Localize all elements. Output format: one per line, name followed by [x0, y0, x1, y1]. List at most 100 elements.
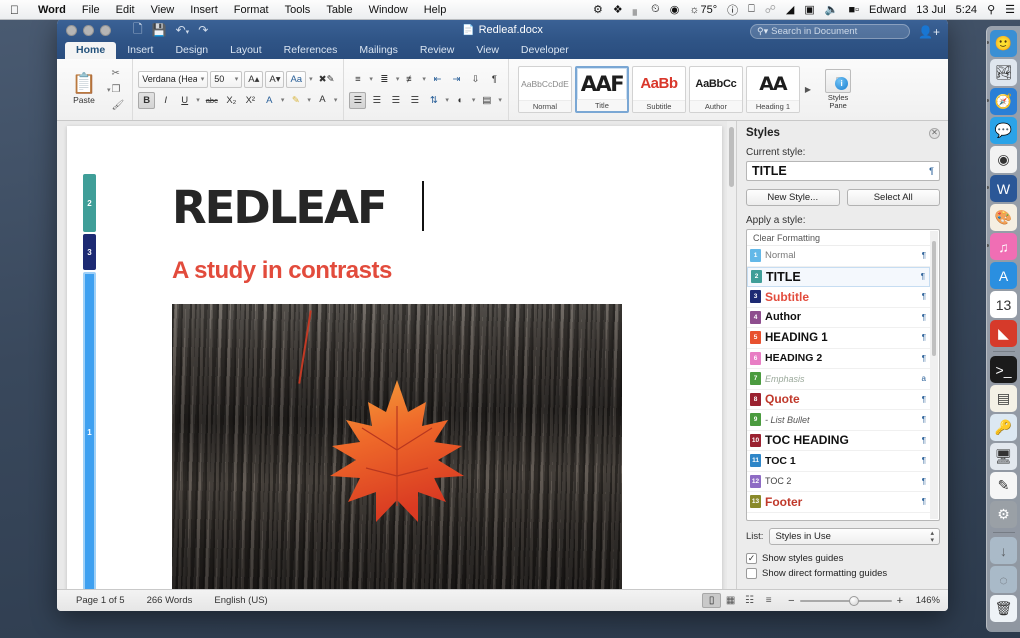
show-styles-guides-checkbox[interactable]: ✓: [746, 553, 757, 564]
bold-button[interactable]: B: [138, 91, 156, 109]
numbering-arrow[interactable]: ▾: [395, 75, 401, 83]
increase-indent-icon[interactable]: ⇥: [448, 71, 465, 88]
search-input[interactable]: ⚲▾ Search in Document: [750, 24, 911, 39]
style-list-item[interactable]: 10 TOC HEADING ¶: [747, 431, 930, 451]
copy-icon[interactable]: ❐: [112, 84, 125, 95]
decrease-indent-icon[interactable]: ⇤: [429, 71, 446, 88]
zoom-slider-knob[interactable]: [848, 595, 859, 606]
dock-item-keychain[interactable]: 🔑: [990, 414, 1017, 441]
print-layout-icon[interactable]: ▯: [702, 593, 722, 608]
dock-item-terminal[interactable]: >_: [990, 356, 1017, 383]
dock-item-trash[interactable]: 🗑: [990, 595, 1017, 622]
style-list-item[interactable]: 2 TITLE ¶: [747, 266, 930, 287]
styles-list-scrollbar-thumb[interactable]: [932, 241, 936, 356]
dock-item-documents[interactable]: ◌: [990, 566, 1017, 593]
borders-icon[interactable]: ▤: [478, 92, 495, 109]
dock-item-app-store[interactable]: A: [990, 262, 1017, 289]
zoom-slider[interactable]: [799, 595, 892, 606]
style-tile-subtitle[interactable]: AaBb Subtitle: [631, 66, 686, 113]
redo-icon[interactable]: ↷: [198, 23, 208, 37]
italic-button[interactable]: I: [157, 92, 174, 109]
style-tile-heading1[interactable]: AA Heading 1: [745, 66, 800, 113]
line-spacing-arrow[interactable]: ▾: [444, 96, 450, 104]
style-guide-title[interactable]: 2: [83, 174, 96, 232]
close-icon[interactable]: ✕: [929, 127, 940, 139]
style-guide-normal[interactable]: 1: [83, 272, 96, 589]
tab-review[interactable]: Review: [409, 42, 465, 59]
show-direct-formatting-checkbox[interactable]: [746, 568, 757, 579]
grow-font-button[interactable]: A ▴: [244, 70, 264, 88]
document-area[interactable]: 2 3 1 REDLEAF A study in contrasts: [57, 121, 727, 589]
zoom-value[interactable]: 146%: [908, 595, 940, 606]
font-name-input[interactable]: Verdana (Hea.... ▾: [138, 70, 209, 88]
menu-item-word[interactable]: Word: [30, 4, 74, 16]
word-count[interactable]: 266 Words: [136, 595, 204, 606]
zoom-out-button[interactable]: −: [788, 595, 794, 607]
styles-list[interactable]: Clear Formatting 1 Normal ¶ 2 TITLE ¶ 3 Subtitl…: [746, 229, 940, 521]
document-scrollbar[interactable]: [727, 121, 736, 589]
style-list-item[interactable]: 4 Author ¶: [747, 308, 930, 328]
document-heading-title[interactable]: REDLEAF: [172, 181, 388, 234]
font-color-arrow[interactable]: ▾: [333, 96, 339, 104]
dock-item-finder[interactable]: 🙂: [987, 30, 1017, 57]
new-document-icon[interactable]: 🗋: [133, 20, 143, 41]
zoom-button[interactable]: [100, 24, 111, 36]
dock-item-sketch[interactable]: 🎨: [990, 204, 1017, 231]
search-icon[interactable]: ⚲: [982, 3, 1000, 16]
clear-formatting-item[interactable]: Clear Formatting: [747, 230, 930, 246]
airplay-icon[interactable]: ⎕: [743, 3, 760, 16]
style-list-item[interactable]: 5 HEADING 1 ¶: [747, 328, 930, 349]
multilevel-arrow[interactable]: ▾: [421, 75, 427, 83]
document-subtitle[interactable]: A study in contrasts: [172, 257, 392, 285]
new-style-button[interactable]: New Style...: [746, 189, 840, 206]
tab-view[interactable]: View: [465, 42, 510, 59]
brightness-icon[interactable]: ☼ 75°: [684, 4, 722, 16]
keyboard-icon[interactable]: ▣: [799, 3, 819, 16]
tab-mailings[interactable]: Mailings: [348, 42, 409, 59]
tab-insert[interactable]: Insert: [116, 42, 164, 59]
shading-arrow[interactable]: ▾: [471, 96, 477, 104]
bullets-arrow[interactable]: ▾: [368, 75, 374, 83]
align-right-icon[interactable]: ☰: [387, 92, 404, 109]
tab-home[interactable]: Home: [65, 42, 117, 59]
menu-item-view[interactable]: View: [143, 4, 183, 16]
shading-icon[interactable]: ◐: [452, 92, 469, 109]
style-list-item[interactable]: 6 HEADING 2 ¶: [747, 349, 930, 369]
menu-item-tools[interactable]: Tools: [277, 4, 319, 16]
clock-icon[interactable]: ⏲: [646, 3, 665, 16]
borders-arrow[interactable]: ▾: [497, 96, 503, 104]
pilcrow-icon[interactable]: ¶: [486, 71, 503, 88]
show-styles-guides-row[interactable]: ✓ Show styles guides: [746, 553, 940, 564]
close-button[interactable]: [66, 24, 77, 36]
clear-formatting-icon[interactable]: ✖✎: [316, 71, 338, 88]
highlight-button[interactable]: ✎: [287, 92, 304, 109]
tab-layout[interactable]: Layout: [219, 42, 273, 59]
subscript-button[interactable]: X₂: [223, 92, 240, 109]
bluetooth-icon[interactable]: ☍: [760, 3, 781, 16]
line-spacing-icon[interactable]: ⇅: [425, 92, 442, 109]
menu-item-help[interactable]: Help: [416, 4, 455, 16]
menu-item-insert[interactable]: Insert: [182, 4, 226, 16]
dock-item-calendar[interactable]: 13: [990, 291, 1017, 318]
style-list-item[interactable]: 7 Emphasis a: [747, 369, 930, 390]
list-filter-select[interactable]: Styles in Use ▴ ▾: [769, 528, 940, 545]
strikethrough-button[interactable]: abc: [203, 92, 221, 109]
info-icon[interactable]: ⓘ: [722, 2, 743, 18]
apple-icon[interactable]: : [0, 4, 30, 16]
menu-item-format[interactable]: Format: [226, 4, 277, 16]
justify-icon[interactable]: ☰: [406, 92, 423, 109]
style-list-item[interactable]: 12 TOC 2 ¶: [747, 472, 930, 492]
text-effects-arrow[interactable]: ▾: [280, 96, 286, 104]
dock-item-acrobat[interactable]: ◣: [990, 320, 1017, 347]
dock-item-screen-sharing[interactable]: 🖥: [990, 443, 1017, 470]
dock-item-preview[interactable]: 🏞: [990, 59, 1017, 86]
align-left-icon[interactable]: ☰: [349, 91, 367, 109]
format-painter-icon[interactable]: 🖌: [112, 100, 125, 111]
volume-icon[interactable]: 🔈: [820, 3, 844, 16]
dock-item-markup[interactable]: ✎: [990, 472, 1017, 499]
document-image[interactable]: [172, 304, 622, 589]
dock-item-notes[interactable]: ▤: [990, 385, 1017, 412]
dock-item-downloads[interactable]: ↓: [990, 537, 1017, 564]
tab-references[interactable]: References: [273, 42, 349, 59]
scissors-icon[interactable]: ✂: [112, 68, 125, 79]
